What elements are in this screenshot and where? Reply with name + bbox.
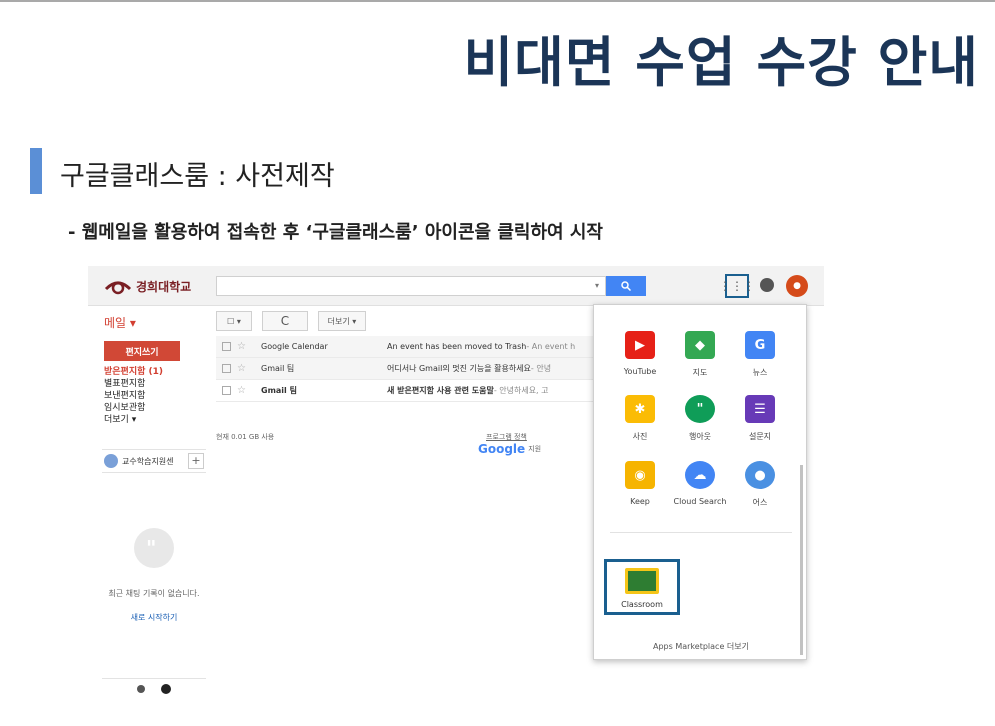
app-forms[interactable]: ☰ 설문지 xyxy=(730,395,790,442)
folder-inbox[interactable]: 받은편지함 (1) xyxy=(104,366,163,378)
app-classroom[interactable]: Classroom xyxy=(604,559,680,615)
app-photos[interactable]: ✱ 사진 xyxy=(610,395,670,442)
mail-subject: 어디서나 Gmail의 멋진 기능을 활용하세요 xyxy=(387,364,531,373)
mail-snippet: - An event h xyxy=(526,342,576,351)
youtube-icon: ▶ xyxy=(625,331,655,359)
app-earth[interactable]: ● 어스 xyxy=(730,461,790,508)
app-youtube[interactable]: ▶ YouTube xyxy=(610,331,670,376)
folder-sent[interactable]: 보낸편지함 xyxy=(104,390,163,402)
mail-snippet: - 안녕 xyxy=(530,364,552,373)
mail-row[interactable]: ☆ Google Calendar An event has been move… xyxy=(216,336,596,358)
person-icon[interactable] xyxy=(137,684,145,693)
app-label: Keep xyxy=(630,497,650,506)
section-accent-bar xyxy=(30,148,42,194)
folder-more[interactable]: 더보기 ▾ xyxy=(104,414,163,426)
cloud-search-icon: ☁ xyxy=(685,461,715,489)
storage-usage: 현재 0.01 GB 사용 xyxy=(216,433,275,441)
hangouts-icon: " xyxy=(685,395,715,423)
gmail-screenshot: 경희대학교 ▾ ⋮⋮⋮ ● 메일 ▾ 편지쓰기 받은편지함 (1) 별표편지함 … xyxy=(88,266,824,698)
compose-button[interactable]: 편지쓰기 xyxy=(104,341,180,361)
search-input[interactable]: ▾ xyxy=(216,276,606,296)
apps-divider xyxy=(610,532,792,533)
search-button[interactable] xyxy=(606,276,646,296)
news-icon: G xyxy=(745,331,775,359)
maps-icon: ◆ xyxy=(685,331,715,359)
apps-grid-button[interactable]: ⋮⋮⋮ xyxy=(719,274,755,298)
star-icon[interactable]: ☆ xyxy=(237,341,251,352)
instruction-text: - 웹메일을 활용하여 접속한 후 ‘구글클래스룸’ 아이콘을 클릭하여 시작 xyxy=(68,222,603,243)
forms-icon: ☰ xyxy=(745,395,775,423)
program-policy-link[interactable]: 프로그램 정책 xyxy=(486,432,527,442)
apps-grid-icon: ⋮⋮⋮ xyxy=(719,279,755,293)
logo-text: 경희대학교 xyxy=(136,279,192,294)
powered-suffix: 지원 xyxy=(528,445,542,453)
app-label: YouTube xyxy=(623,367,657,376)
account-avatar[interactable]: ● xyxy=(786,275,808,297)
google-logo: Google xyxy=(478,442,526,456)
star-icon[interactable]: ☆ xyxy=(237,385,251,396)
chat-start-link[interactable]: 새로 시작하기 xyxy=(102,612,206,623)
chat-quote-icon: " xyxy=(146,536,157,560)
folder-starred[interactable]: 별표편지함 xyxy=(104,378,163,390)
row-checkbox[interactable] xyxy=(222,386,231,395)
hangout-user-name: 교수학습지원센 xyxy=(122,456,174,466)
search-options-caret[interactable]: ▾ xyxy=(595,281,599,290)
more-button[interactable]: 더보기 ▾ xyxy=(318,311,366,331)
mail-subject: 새 받은편지함 사용 관련 도움말 xyxy=(387,386,494,395)
row-checkbox[interactable] xyxy=(222,342,231,351)
app-news[interactable]: G 뉴스 xyxy=(730,331,790,378)
hangout-user-row[interactable]: 교수학습지원센 + xyxy=(102,449,206,473)
mail-list: ☆ Google Calendar An event has been move… xyxy=(216,336,596,402)
app-label: 행아웃 xyxy=(688,432,712,441)
mail-snippet: - 안녕하세요, 고 xyxy=(493,386,549,395)
notifications-icon[interactable] xyxy=(760,278,774,292)
gmail-header: 경희대학교 ▾ ⋮⋮⋮ ● xyxy=(88,266,824,306)
app-cloud-search[interactable]: ☁ Cloud Search xyxy=(670,461,730,506)
app-hangouts[interactable]: " 행아웃 xyxy=(670,395,730,442)
folder-list: 받은편지함 (1) 별표편지함 보낸편지함 임시보관함 더보기 ▾ xyxy=(104,366,163,426)
keep-icon: ◉ xyxy=(625,461,655,489)
hangout-user-avatar xyxy=(104,454,118,468)
university-logo[interactable]: 경희대학교 xyxy=(104,274,191,298)
app-label: Cloud Search xyxy=(673,497,727,506)
mail-sender: Google Calendar xyxy=(261,342,328,351)
apps-menu: ▶ YouTube ◆ 지도 G 뉴스 ✱ 사진 " 행아웃 ☰ 설문지 ◉ K… xyxy=(593,304,807,660)
chat-empty-text: 최근 채팅 기록이 없습니다. xyxy=(108,589,200,598)
app-maps[interactable]: ◆ 지도 xyxy=(670,331,730,378)
apps-menu-scrollbar[interactable] xyxy=(800,465,803,655)
app-label: 뉴스 xyxy=(752,368,768,377)
section-title: 구글클래스룸 : 사전제작 xyxy=(60,161,335,192)
app-label: 어스 xyxy=(752,498,768,507)
slide-title: 비대면 수업 수강 안내 xyxy=(463,31,979,94)
app-keep[interactable]: ◉ Keep xyxy=(610,461,670,506)
add-chat-button[interactable]: + xyxy=(188,453,204,469)
app-label: 지도 xyxy=(692,368,708,377)
photos-icon: ✱ xyxy=(625,395,655,423)
mail-row[interactable]: ☆ Gmail 팀 새 받은편지함 사용 관련 도움말 - 안녕하세요, 고 xyxy=(216,380,596,402)
select-button[interactable]: ☐ ▾ xyxy=(216,311,252,331)
university-emblem-icon xyxy=(104,281,132,295)
mail-menu-label[interactable]: 메일 ▾ xyxy=(104,314,136,331)
top-rule xyxy=(0,0,995,2)
app-label: 설문지 xyxy=(748,432,772,441)
powered-by: Google 지원 xyxy=(478,442,541,456)
star-icon[interactable]: ☆ xyxy=(237,363,251,374)
mail-sender: Gmail 팀 xyxy=(261,386,297,395)
refresh-button[interactable]: C xyxy=(262,311,308,331)
folder-drafts[interactable]: 임시보관함 xyxy=(104,402,163,414)
hangouts-status-icon[interactable] xyxy=(161,683,171,694)
apps-marketplace-link[interactable]: Apps Marketplace 더보기 xyxy=(594,641,808,652)
row-checkbox[interactable] xyxy=(222,364,231,373)
mail-toolbar: ☐ ▾ C 더보기 ▾ xyxy=(216,311,366,331)
earth-icon: ● xyxy=(745,461,775,489)
search-icon xyxy=(621,281,631,291)
chat-bottom-bar xyxy=(102,678,206,698)
mail-row[interactable]: ☆ Gmail 팀 어디서나 Gmail의 멋진 기능을 활용하세요 - 안녕 xyxy=(216,358,596,380)
classroom-icon xyxy=(625,568,659,594)
mail-subject: An event has been moved to Trash xyxy=(387,342,527,351)
mail-sender: Gmail 팀 xyxy=(261,364,295,373)
classroom-label: Classroom xyxy=(621,600,663,609)
app-label: 사진 xyxy=(632,432,648,441)
